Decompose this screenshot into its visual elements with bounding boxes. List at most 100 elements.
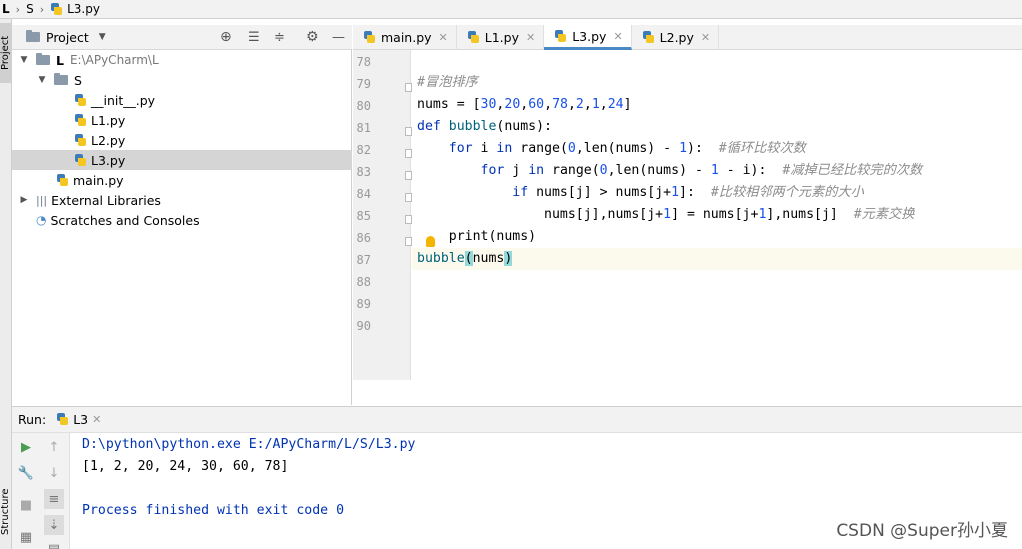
minimize-icon[interactable]: — — [332, 30, 345, 45]
tab-l1-py[interactable]: L1.py ✕ — [457, 25, 545, 50]
scroll-to-end-icon[interactable]: ⇣ — [44, 515, 64, 535]
breadcrumb-root[interactable]: L — [2, 2, 10, 16]
python-file-icon — [467, 31, 480, 44]
console-line: [1, 2, 20, 24, 30, 60, 78] — [82, 459, 289, 474]
tree-item-l2[interactable]: L2.py — [12, 130, 352, 150]
structure-tool-tab[interactable]: Structure — [0, 479, 12, 545]
wrench-icon[interactable]: 🔧 — [16, 463, 36, 483]
close-icon[interactable]: ✕ — [439, 31, 448, 44]
python-file-icon — [56, 173, 69, 187]
tree-item-root[interactable]: ▼ L E:\APyCharm\L — [12, 50, 352, 70]
tree-item-l3[interactable]: L3.py — [12, 150, 352, 170]
project-tool-tab[interactable]: Project — [0, 23, 12, 83]
chevron-down-icon[interactable]: ▼ — [18, 55, 30, 65]
line-number: 87 — [356, 253, 371, 267]
line-number: 90 — [356, 319, 371, 333]
fold-marker-icon[interactable] — [405, 127, 412, 136]
tree-item-l1[interactable]: L1.py — [12, 110, 352, 130]
tree-item-scratches[interactable]: ◔ Scratches and Consoles — [12, 210, 352, 230]
stop-icon[interactable]: ■ — [16, 495, 36, 515]
editor-empty-area — [353, 380, 1022, 406]
tab-l3-py[interactable]: L3.py ✕ — [544, 25, 632, 50]
python-file-icon — [50, 2, 63, 16]
tree-path: E:\APyCharm\L — [69, 53, 159, 67]
code-line: bubble(nums) — [417, 251, 513, 266]
line-number: 89 — [356, 297, 371, 311]
chevron-down-icon[interactable]: ▼ — [36, 75, 48, 85]
breadcrumb-file[interactable]: L3.py — [67, 2, 100, 16]
folder-icon — [54, 73, 68, 85]
chevron-down-icon[interactable]: ▼ — [99, 32, 106, 42]
tree-item-s[interactable]: ▼ S — [12, 70, 352, 90]
python-file-icon — [56, 413, 69, 426]
line-number: 79 — [356, 77, 371, 91]
code-line: for i in range(0,len(nums) - 1): #循环比较次数 — [448, 141, 806, 156]
rerun-icon[interactable]: ▶ — [16, 437, 36, 457]
python-file-icon — [74, 93, 87, 107]
tree-label: L1.py — [91, 112, 126, 128]
watermark: CSDN @Super孙小夏 — [836, 521, 1008, 541]
tree-label: L2.py — [91, 132, 126, 148]
close-icon[interactable]: ✕ — [526, 31, 535, 44]
code-line: nums = [30,20,60,78,2,1,24] — [417, 97, 632, 112]
tab-label: L1.py — [484, 30, 519, 45]
tab-main-py[interactable]: main.py ✕ — [353, 25, 457, 50]
close-icon[interactable]: ✕ — [701, 31, 710, 44]
expand-all-icon[interactable]: ☰ — [248, 30, 260, 45]
code-line: nums[j],nums[j+1] = nums[j+1],nums[j] #元… — [417, 207, 915, 222]
arrow-up-icon[interactable]: ↑ — [44, 437, 64, 457]
tree-label: main.py — [73, 172, 124, 188]
arrow-down-icon[interactable]: ↓ — [44, 463, 64, 483]
fold-marker-icon[interactable] — [405, 193, 412, 202]
code-editor[interactable]: #冒泡排序 nums = [30,20,60,78,2,1,24] def bu… — [412, 50, 1022, 380]
tab-l2-py[interactable]: L2.py ✕ — [632, 25, 720, 50]
tree-label: L — [56, 52, 64, 68]
run-config-tab[interactable]: L3 — [73, 412, 88, 427]
tree-label: Scratches and Consoles — [50, 212, 200, 228]
code-line: print(nums) — [417, 229, 537, 244]
fold-marker-icon[interactable] — [405, 171, 412, 180]
code-line: def bubble(nums): — [417, 119, 552, 134]
print-icon[interactable]: ▤ — [44, 539, 64, 549]
python-file-icon — [74, 113, 87, 127]
gear-icon[interactable]: ⚙ — [306, 29, 319, 45]
layout-icon[interactable]: ▦ — [16, 527, 36, 547]
tree-item-init[interactable]: __init__.py — [12, 90, 352, 110]
left-tool-strip: Project Structure — [0, 19, 12, 549]
tab-label: L2.py — [659, 30, 694, 45]
project-tree: ▼ L E:\APyCharm\L ▼ S __init__.py L1.py … — [12, 50, 352, 405]
code-line: #冒泡排序 — [417, 75, 478, 90]
line-number: 80 — [356, 99, 371, 113]
fold-marker-icon[interactable] — [405, 149, 412, 158]
console-line: D:\python\python.exe E:/APyCharm/L/S/L3.… — [82, 437, 416, 452]
chevron-right-icon: › — [15, 2, 21, 16]
breadcrumb-folder[interactable]: S — [26, 2, 34, 16]
close-icon[interactable]: ✕ — [613, 30, 622, 43]
python-file-icon — [74, 133, 87, 147]
locate-icon[interactable]: ⊕ — [220, 29, 232, 45]
python-file-icon — [642, 31, 655, 44]
collapse-all-icon[interactable]: ≑ — [274, 30, 285, 45]
tab-label: L3.py — [572, 28, 607, 44]
run-toolbar: ▶ 🔧 ■ ▦ ↑ ↓ ≡ ⇣ ▤ — [12, 433, 70, 549]
close-icon[interactable]: ✕ — [92, 413, 101, 426]
project-panel-header: Project ▼ ⊕ ☰ ≑ ⚙ — — [12, 25, 352, 50]
project-panel-title[interactable]: Project — [46, 30, 89, 45]
navigation-bar: L › S › L3.py — [0, 0, 1022, 19]
tree-item-external-libraries[interactable]: ▶ ||| External Libraries — [12, 190, 352, 210]
fold-marker-icon[interactable] — [405, 215, 412, 224]
chevron-right-icon[interactable]: ▶ — [18, 195, 30, 205]
line-number: 81 — [356, 121, 371, 135]
soft-wrap-icon[interactable]: ≡ — [44, 489, 64, 509]
fold-marker-icon[interactable] — [405, 237, 412, 246]
scratches-icon: ◔ — [36, 213, 47, 227]
run-panel-header: Run: L3 ✕ — [12, 406, 1022, 433]
console-line: Process finished with exit code 0 — [82, 503, 345, 518]
line-number: 78 — [356, 55, 371, 69]
tree-label: External Libraries — [51, 192, 161, 208]
tree-item-main[interactable]: main.py — [12, 170, 352, 190]
library-icon: ||| — [36, 193, 48, 207]
code-line: if nums[j] > nums[j+1]: #比较相邻两个元素的大小 — [512, 185, 864, 200]
fold-marker-icon[interactable] — [405, 83, 412, 92]
project-folder-icon — [26, 30, 40, 42]
